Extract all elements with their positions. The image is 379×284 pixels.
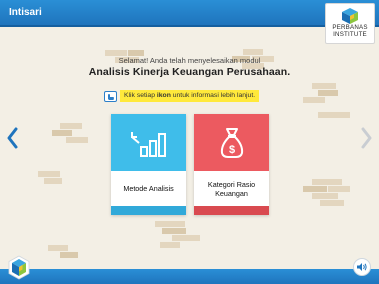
brick-decoration <box>328 186 350 192</box>
brick-decoration <box>172 235 200 241</box>
hint-text-bold: ikon <box>156 92 171 99</box>
brick-decoration <box>162 228 186 234</box>
brick-decoration <box>320 200 344 206</box>
card-footer <box>194 206 269 215</box>
perbanas-logo: PERBANAS INSTITUTE <box>325 3 375 44</box>
brick-decoration <box>318 112 350 118</box>
brick-decoration <box>38 171 60 177</box>
cube-logo-icon <box>342 8 358 24</box>
prev-button[interactable] <box>2 121 22 155</box>
chevron-right-icon <box>361 127 372 149</box>
brick-decoration <box>312 83 336 89</box>
bottom-bar <box>0 269 379 284</box>
brick-decoration <box>243 49 263 55</box>
brick-decoration <box>60 252 78 258</box>
card-icon-area <box>111 114 186 171</box>
top-bar: Intisari <box>0 0 379 27</box>
card-footer <box>111 206 186 215</box>
hint-text-end: untuk informasi lebih lanjut. <box>172 92 256 99</box>
speaker-icon <box>357 263 367 271</box>
brick-decoration <box>60 123 82 129</box>
brick-decoration <box>44 178 62 184</box>
bar-chart-down-icon <box>130 131 166 157</box>
money-bag-icon: $ <box>220 127 243 158</box>
card-metode-analisis[interactable]: Metode Analisis <box>111 114 186 215</box>
svg-text:$: $ <box>228 144 234 156</box>
hint-text-start: Klik setiap <box>124 92 155 99</box>
card-kategori-rasio[interactable]: $ Kategori Rasio Keuangan <box>194 114 269 215</box>
card-label: Kategori Rasio Keuangan <box>207 179 256 198</box>
brick-decoration <box>48 245 68 251</box>
brick-decoration <box>312 193 338 199</box>
audio-button[interactable] <box>353 258 371 276</box>
module-title: Analisis Kinerja Keuangan Perusahaan. <box>88 66 291 78</box>
brick-decoration <box>303 97 325 103</box>
brick-decoration <box>66 137 88 143</box>
brick-decoration <box>155 221 185 227</box>
card-icon-area: $ <box>194 114 269 171</box>
brick-decoration <box>318 90 338 96</box>
brick-decoration <box>303 186 327 192</box>
brick-decoration <box>52 130 72 136</box>
hint-text: Klik setiap ikon untuk informasi lebih l… <box>120 90 260 102</box>
home-logo-icon[interactable] <box>8 255 30 280</box>
congrats-text: Selamat! Anda telah menyelesaikan modul <box>118 56 261 65</box>
logo-text-line2: INSTITUTE <box>333 30 367 38</box>
hint-banner: Klik setiap ikon untuk informasi lebih l… <box>104 90 260 102</box>
page-title: Intisari <box>9 7 42 18</box>
card-label: Metode Analisis <box>123 184 174 193</box>
brick-decoration <box>160 242 180 248</box>
pointer-hand-icon <box>104 90 117 102</box>
next-button[interactable] <box>357 121 377 155</box>
chevron-left-icon <box>7 127 18 149</box>
brick-decoration <box>312 179 342 185</box>
